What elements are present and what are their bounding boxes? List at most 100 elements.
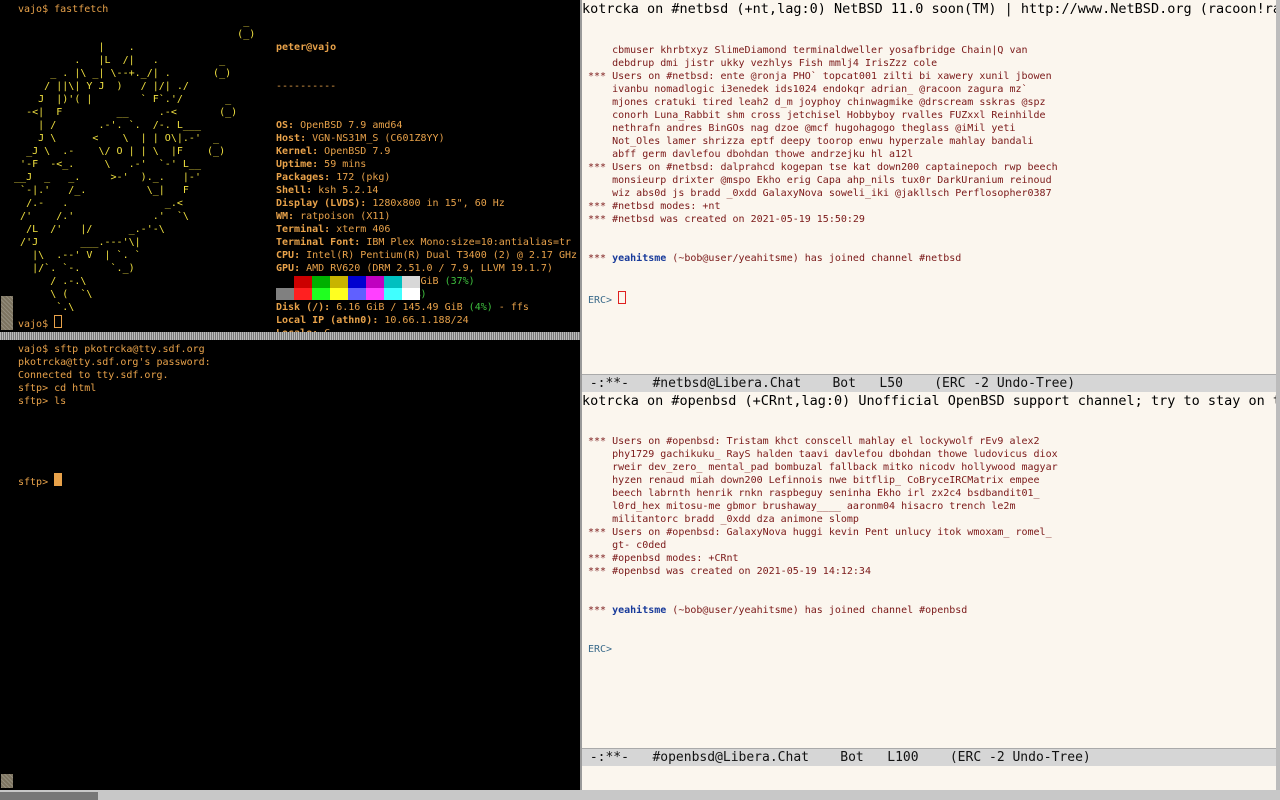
- file-entry[interactable]: spanishverbs2.sh: [156, 447, 294, 460]
- file-entry[interactable]: weekdays.sh: [18, 460, 156, 473]
- info-colon: :: [360, 198, 373, 209]
- line-prefix: [588, 188, 606, 199]
- logo-line: . |L /| . _: [74, 55, 226, 66]
- erc-line: *** Users on #netbsd: dalprahcd kogepan …: [588, 161, 1058, 174]
- terminal-split-divider[interactable]: [0, 332, 580, 340]
- color-swatch: [294, 276, 312, 288]
- info-colon: :: [288, 211, 301, 222]
- terminal-scrollbar[interactable]: [0, 0, 14, 332]
- erc-line: Not_Oles lamer shrizza eptf deepy toorop…: [588, 135, 1058, 148]
- erc-buffer-netbsd[interactable]: kotrcka on #netbsd (+nt,lag:0) NetBSD 11…: [582, 0, 1280, 374]
- file-entry[interactable]: index.html: [294, 421, 432, 434]
- line-text: Not_Oles lamer shrizza eptf deepy toorop…: [612, 136, 1034, 147]
- erc-messages-netbsd: cbmuser khrbtxyz SlimeDiamond terminaldw…: [588, 18, 1058, 333]
- info-key: OS: [276, 120, 289, 131]
- logo-line: __J _ _. >-' )._. |-': [14, 172, 201, 183]
- info-key: Terminal: [276, 224, 325, 235]
- info-row: Packages: 172 (pkg): [276, 171, 577, 184]
- file-entry[interactable]: spanishverbs1.sh: [18, 447, 156, 460]
- logo-line: \ ( `\: [50, 289, 93, 300]
- bottom-tab: [0, 792, 98, 800]
- color-swatch: [276, 276, 294, 288]
- sftp-line: vajo$ sftp pkotrcka@tty.sdf.org: [18, 344, 205, 355]
- file-entry[interactable]: counter.sh: [18, 421, 156, 434]
- color-swatch: [330, 276, 348, 288]
- modeline-netbsd[interactable]: -:**- #netbsd@Libera.Chat Bot L50 (ERC -…: [582, 374, 1278, 393]
- file-entry[interactable]: init.el: [156, 434, 294, 447]
- info-colon: :: [306, 185, 319, 196]
- scrollbar-thumb[interactable]: [1, 774, 13, 788]
- info-row: Disk (/): 6.16 GiB / 145.49 GiB (4%) - f…: [276, 301, 577, 314]
- erc-input-line[interactable]: ERC>: [588, 643, 1058, 656]
- info-key: Terminal Font: [276, 237, 355, 248]
- joined-nick[interactable]: yeahitsme: [612, 253, 666, 264]
- erc-line: gt- c0ded: [588, 539, 1058, 552]
- erc-line: cbmuser khrbtxyz SlimeDiamond terminaldw…: [588, 44, 1058, 57]
- erc-line: l0rd_hex mitosu-me gbmor brushaway____ a…: [588, 500, 1058, 513]
- file-entry[interactable]: verbs2.py: [432, 447, 570, 460]
- file-entry[interactable]: Taliancina1.txt: [18, 408, 156, 421]
- file-entry[interactable]: articles.py: [156, 408, 294, 421]
- color-swatch: [348, 288, 366, 300]
- file-entry[interactable]: es-verbs-irregular.py: [156, 421, 294, 434]
- logo-line: _ . |\ _| \--+._/| . (_): [50, 68, 232, 79]
- file-entry[interactable]: irregular.py: [294, 434, 432, 447]
- file-entry[interactable]: config: [432, 408, 570, 421]
- line-prefix: ***: [588, 214, 607, 225]
- line-prefix: [588, 97, 606, 108]
- erc-line: militantorc bradd _0xdd dza animone slom…: [588, 513, 1058, 526]
- color-swatch: [402, 276, 420, 288]
- sftp-line: pkotrcka@tty.sdf.org's password:: [18, 357, 211, 368]
- file-entry[interactable]: lstopo.png: [432, 434, 570, 447]
- info-value: 6.16 GiB / 145.49 GiB: [336, 302, 469, 313]
- info-row: Terminal Font: IBM Plex Mono:size=10:ant…: [276, 236, 577, 249]
- file-entry[interactable]: verbs.py: [294, 447, 432, 460]
- info-key: Packages: [276, 172, 325, 183]
- info-separator: ----------: [276, 81, 337, 92]
- file-entry[interactable]: autostart: [294, 408, 432, 421]
- sftp-line: sftp> cd html: [18, 383, 97, 394]
- channel-topic-openbsd: kotrcka on #openbsd (+CRnt,lag:0) Unoffi…: [582, 393, 1280, 409]
- erc-line: conorh Luna_Rabbit shm cross jetchisel H…: [588, 109, 1058, 122]
- info-row: Shell: ksh 5.2.14: [276, 184, 577, 197]
- line-prefix: ***: [588, 566, 607, 577]
- color-swatch: [366, 288, 384, 300]
- erc-buffer-openbsd[interactable]: kotrcka on #openbsd (+CRnt,lag:0) Unoffi…: [582, 392, 1280, 748]
- erc-input-line[interactable]: ERC>: [588, 291, 1058, 307]
- terminal-scrollbar[interactable]: [0, 340, 14, 790]
- line-text: monsieurp drixter @mspo Ekho erig Capa a…: [612, 175, 1052, 186]
- info-key: WM: [276, 211, 289, 222]
- file-entry[interactable]: index.org: [432, 421, 570, 434]
- erc-line: beech labrnth henrik rnkn raspbeguy seni…: [588, 487, 1058, 500]
- info-key: CPU: [276, 250, 295, 261]
- erc-prompt: ERC>: [588, 295, 619, 306]
- sftp-prompt[interactable]: sftp>: [18, 473, 63, 489]
- info-value: OpenBSD 7.9: [324, 146, 391, 157]
- fastfetch-terminal[interactable]: vajo$ fastfetch _ (_) | . . |L /| . _ _ …: [0, 0, 580, 332]
- line-text: abff germ davlefou dbohdan thowe andrzej…: [612, 149, 914, 160]
- file-entry[interactable]: words.py: [156, 460, 294, 473]
- erc-line: *** Users on #openbsd: Tristam khct cons…: [588, 435, 1058, 448]
- line-text: rweir dev_zero_ mental_pad bombuzal fall…: [612, 462, 1058, 473]
- line-prefix: [588, 175, 606, 186]
- file-listing: Taliancina1.txt articles.py autostart confi…: [18, 408, 570, 473]
- modeline-openbsd[interactable]: -:**- #openbsd@Libera.Chat Bot L100 (ERC…: [582, 748, 1278, 767]
- logo-line: | / .-'. `. /-. L___: [38, 120, 201, 131]
- erc-line: phy1729 gachikuku_ RayS halden taavi dav…: [588, 448, 1058, 461]
- logo-line: /' /.' .' `\: [20, 211, 189, 222]
- erc-messages-openbsd: *** Users on #openbsd: Tristam khct cons…: [588, 409, 1058, 682]
- logo-line: `.\: [56, 302, 75, 313]
- info-tail: - ffs: [492, 302, 529, 313]
- logo-line: -<| F __ .-< (_): [26, 107, 238, 118]
- info-colon: :: [294, 263, 307, 274]
- file-entry[interactable]: index3.html: [18, 434, 156, 447]
- erc-line: *** Users on #openbsd: GalaxyNova huggi …: [588, 526, 1058, 539]
- minibuffer[interactable]: [582, 766, 1280, 790]
- shell-prompt[interactable]: vajo$: [18, 315, 63, 331]
- info-key: Display (LVDS): [276, 198, 361, 209]
- info-row: OS: OpenBSD 7.9 amd64: [276, 119, 577, 132]
- erc-line: *** #openbsd modes: +CRnt: [588, 552, 1058, 565]
- line-text: militantorc bradd _0xdd dza animone slom…: [612, 514, 859, 525]
- scrollbar-thumb[interactable]: [1, 296, 13, 330]
- joined-nick[interactable]: yeahitsme: [612, 605, 666, 616]
